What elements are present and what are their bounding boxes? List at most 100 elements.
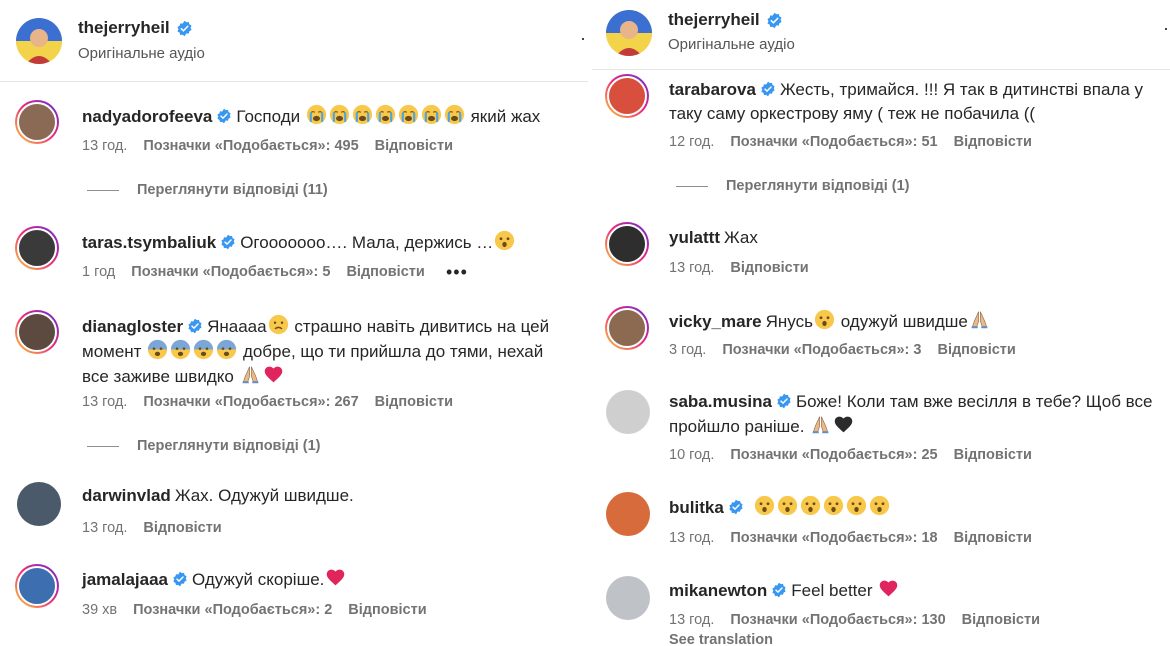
reply-button[interactable]: Відповісти bbox=[954, 447, 1032, 463]
sad-emoji-icon bbox=[268, 314, 289, 335]
reply-button[interactable]: Відповісти bbox=[143, 520, 221, 536]
comment-text: страшно навіть дивитись на цей bbox=[294, 317, 550, 336]
view-replies-label: Переглянути відповіді (1) bbox=[726, 178, 910, 194]
comment-text: Янусь bbox=[765, 312, 813, 331]
comment-username[interactable]: darwinvlad bbox=[82, 486, 171, 505]
verified-icon bbox=[728, 499, 744, 515]
see-translation-link[interactable]: See translation bbox=[669, 632, 773, 646]
comment-time: 39 хв bbox=[82, 602, 118, 618]
pray-emoji-icon bbox=[969, 309, 990, 330]
comment-text: все заживе швидко bbox=[82, 367, 234, 386]
view-replies-label: Переглянути відповіді (11) bbox=[137, 182, 328, 198]
dot-marker: · bbox=[580, 28, 586, 48]
avatar[interactable] bbox=[15, 100, 59, 144]
avatar[interactable] bbox=[15, 310, 59, 354]
left-comments-panel: thejerryheil Оригінальне аудіо nadyadoro… bbox=[0, 0, 588, 646]
comment-text: Жах bbox=[724, 228, 758, 247]
likes-count[interactable]: Позначки «Подобається»: 3 bbox=[722, 342, 921, 358]
verified-icon bbox=[766, 12, 783, 29]
comment-username[interactable]: nadyadorofeeva bbox=[82, 107, 212, 126]
audio-label[interactable]: Оригінальне аудіо bbox=[668, 36, 795, 53]
scared-emoji-icon bbox=[146, 342, 238, 361]
likes-count[interactable]: Позначки «Подобається»: 2 bbox=[133, 602, 332, 618]
avatar[interactable] bbox=[606, 492, 650, 536]
comment-username[interactable]: jamalajaaa bbox=[82, 570, 168, 589]
replies-divider bbox=[676, 185, 708, 187]
black-heart-emoji-icon bbox=[833, 414, 854, 435]
avatar[interactable] bbox=[606, 576, 650, 620]
heart-emoji-icon bbox=[325, 567, 346, 588]
comment-text: Жах. Одужуй швидше. bbox=[174, 486, 354, 505]
comment-time: 13 год. bbox=[669, 530, 715, 546]
avatar[interactable] bbox=[15, 564, 59, 608]
avatar[interactable] bbox=[605, 74, 649, 118]
view-replies-button[interactable]: Переглянути відповіді (11) bbox=[87, 182, 328, 198]
comment-text: одужуй швидше bbox=[840, 312, 968, 331]
pray-emoji-icon bbox=[810, 414, 831, 435]
likes-count[interactable]: Позначки «Подобається»: 25 bbox=[730, 447, 937, 463]
comment-text: Одужуй скоріше. bbox=[192, 570, 325, 589]
avatar[interactable] bbox=[606, 390, 650, 434]
replies-divider bbox=[87, 189, 119, 191]
likes-count[interactable]: Позначки «Подобається»: 130 bbox=[730, 612, 945, 628]
comment-text: таку саму оркестрову яму ( теж не побачи… bbox=[669, 104, 1036, 123]
view-replies-button[interactable]: Переглянути відповіді (1) bbox=[676, 178, 910, 194]
comment-text: добре, що ти прийшла до тями, нехай bbox=[242, 342, 544, 361]
comment-text: пройшло раніше. bbox=[669, 417, 805, 436]
heart-emoji-icon bbox=[263, 364, 284, 385]
verified-icon bbox=[220, 234, 236, 250]
comment-time: 3 год. bbox=[669, 342, 707, 358]
reply-button[interactable]: Відповісти bbox=[937, 342, 1015, 358]
reply-button[interactable]: Відповісти bbox=[348, 602, 426, 618]
likes-count[interactable]: Позначки «Подобається»: 51 bbox=[730, 134, 937, 150]
comment-username[interactable]: mikanewton bbox=[669, 581, 767, 600]
avatar[interactable] bbox=[17, 482, 61, 526]
view-replies-label: Переглянути відповіді (1) bbox=[137, 438, 321, 454]
comment-username[interactable]: saba.musina bbox=[669, 392, 772, 411]
comment-text: Боже! Коли там вже весілля в тебе? Щоб в… bbox=[796, 392, 1153, 411]
reply-button[interactable]: Відповісти bbox=[730, 260, 808, 276]
avatar[interactable] bbox=[605, 222, 649, 266]
verified-icon bbox=[760, 81, 776, 97]
reply-button[interactable]: Відповісти bbox=[954, 134, 1032, 150]
comment-username[interactable]: bulitka bbox=[669, 498, 724, 517]
comment-username[interactable]: yulattt bbox=[669, 228, 720, 247]
view-replies-button[interactable]: Переглянути відповіді (1) bbox=[87, 438, 321, 454]
author-avatar[interactable] bbox=[16, 18, 62, 64]
more-options-icon[interactable]: ••• bbox=[446, 262, 468, 283]
verified-icon bbox=[771, 582, 787, 598]
author-avatar[interactable] bbox=[606, 10, 652, 56]
pray-emoji-icon bbox=[240, 364, 261, 385]
reply-button[interactable]: Відповісти bbox=[375, 394, 453, 410]
comment-text: який жах bbox=[470, 107, 541, 126]
reply-button[interactable]: Відповісти bbox=[962, 612, 1040, 628]
astonished-emoji-icon bbox=[814, 309, 835, 330]
right-comments-panel: thejerryheil Оригінальне аудіо tarabarov… bbox=[592, 0, 1170, 646]
verified-icon bbox=[187, 318, 203, 334]
reply-button[interactable]: Відповісти bbox=[954, 530, 1032, 546]
comment-text: момент bbox=[82, 342, 142, 361]
avatar[interactable] bbox=[605, 306, 649, 350]
author-username[interactable]: thejerryheil bbox=[78, 18, 170, 38]
avatar[interactable] bbox=[15, 226, 59, 270]
dot-marker: · bbox=[1163, 18, 1169, 38]
comment-time: 1 год bbox=[82, 264, 116, 280]
comment-time: 13 год. bbox=[82, 394, 128, 410]
replies-divider bbox=[87, 445, 119, 447]
comment-username[interactable]: tarabarova bbox=[669, 80, 756, 99]
likes-count[interactable]: Позначки «Подобається»: 5 bbox=[131, 264, 330, 280]
likes-count[interactable]: Позначки «Подобається»: 495 bbox=[143, 138, 358, 154]
verified-icon bbox=[216, 108, 232, 124]
heart-emoji-icon bbox=[878, 578, 899, 599]
comment-username[interactable]: taras.tsymbaliuk bbox=[82, 233, 216, 252]
reply-button[interactable]: Відповісти bbox=[375, 138, 453, 154]
reply-button[interactable]: Відповісти bbox=[346, 264, 424, 280]
comment-time: 13 год. bbox=[82, 520, 128, 536]
audio-label[interactable]: Оригінальне аудіо bbox=[78, 45, 205, 62]
comment-username[interactable]: dianagloster bbox=[82, 317, 183, 336]
likes-count[interactable]: Позначки «Подобається»: 18 bbox=[730, 530, 937, 546]
crying-emoji-icon bbox=[305, 107, 466, 126]
comment-username[interactable]: vicky_mare bbox=[669, 312, 762, 331]
author-username[interactable]: thejerryheil bbox=[668, 10, 760, 30]
likes-count[interactable]: Позначки «Подобається»: 267 bbox=[143, 394, 358, 410]
